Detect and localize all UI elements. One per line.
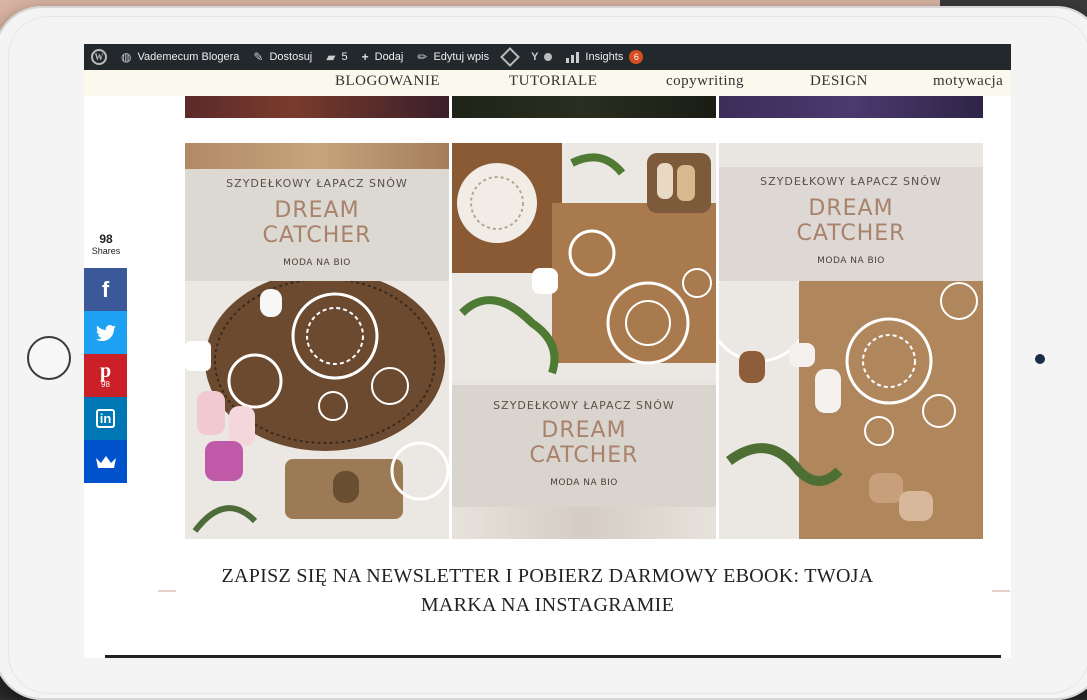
pinterest-share-count: 98 — [101, 379, 110, 389]
previous-image-2[interactable] — [452, 96, 716, 118]
edit-post-label: Edytuj wpis — [433, 51, 490, 63]
pin-title-line2-3: CATCHER — [796, 221, 906, 246]
more-share-button[interactable] — [84, 440, 127, 483]
edit-post-link[interactable]: ✏ Edytuj wpis — [410, 44, 496, 70]
bar-chart-icon — [566, 51, 580, 63]
twitter-icon — [95, 324, 116, 341]
twitter-share-button[interactable] — [84, 311, 127, 354]
site-name-label: Vademecum Blogera — [137, 51, 240, 63]
share-count-number: 98 — [99, 232, 113, 246]
plugin-diamond-button[interactable] — [496, 44, 524, 70]
pin-title-line1-3: DREAM — [808, 196, 894, 221]
nav-item-copywriting[interactable]: copywriting — [666, 73, 744, 90]
brush-icon: ✎ — [253, 50, 264, 64]
insights-badge: 6 — [629, 50, 644, 64]
pin-subtitle-2: MODA NA BIO — [550, 478, 618, 488]
facebook-share-button[interactable]: f — [84, 268, 127, 311]
pin-image-2[interactable]: SZYDEŁKOWY ŁAPACZ SNÓW DREAM CATCHER MOD… — [452, 143, 716, 539]
tablet-screen: W ◍ Vademecum Blogera ✎ Dostosuj ▰ 5 + D… — [84, 44, 1011, 658]
pin-image-1[interactable]: SZYDEŁKOWY ŁAPACZ SNÓW DREAM CATCHER MOD… — [185, 143, 449, 539]
dreamcatcher-photo-2 — [452, 143, 716, 381]
pin-title-line1-1: DREAM — [274, 198, 360, 223]
crown-icon — [95, 455, 116, 468]
linkedin-share-button[interactable]: in — [84, 397, 127, 440]
pin-photo-2 — [452, 143, 716, 381]
nav-item-design[interactable]: DESIGN — [810, 73, 868, 90]
facebook-icon: f — [101, 276, 110, 302]
comments-count: 5 — [341, 51, 348, 63]
pin-image-3[interactable]: SZYDEŁKOWY ŁAPACZ SNÓW DREAM CATCHER MOD… — [719, 143, 983, 539]
pinterest-share-button[interactable]: p 98 — [84, 354, 127, 397]
share-counter: 98 Shares — [84, 232, 128, 257]
pinterest-icon: p — [99, 359, 112, 382]
pin-kicker-2: SZYDEŁKOWY ŁAPACZ SNÓW — [493, 399, 675, 412]
insights-label: Insights — [585, 51, 624, 63]
linkedin-icon: in — [95, 409, 116, 428]
plus-icon: + — [361, 50, 369, 64]
pin-subtitle-1: MODA NA BIO — [283, 258, 351, 268]
main-navigation: BLOGOWANIE TUTORIALE copywriting DESIGN … — [84, 70, 1011, 96]
camera-icon — [1035, 354, 1045, 364]
previous-image-3[interactable] — [719, 96, 983, 118]
pin-kicker-3: SZYDEŁKOWY ŁAPACZ SNÓW — [760, 175, 942, 188]
wp-logo-button[interactable]: W — [84, 44, 114, 70]
pencil-icon: ✏ — [417, 50, 428, 64]
newsletter-heading-line1: ZAPISZ SIĘ NA NEWSLETTER I POBIERZ DARMO… — [221, 565, 874, 587]
pin-banner-3: SZYDEŁKOWY ŁAPACZ SNÓW DREAM CATCHER MOD… — [719, 167, 983, 281]
nav-item-tutoriale[interactable]: TUTORIALE — [509, 73, 597, 90]
pin-title-line2-1: CATCHER — [262, 223, 372, 248]
dashboard-icon: ◍ — [121, 50, 132, 64]
pin-banner-1: SZYDEŁKOWY ŁAPACZ SNÓW DREAM CATCHER MOD… — [185, 169, 449, 281]
pin-banner-2: SZYDEŁKOWY ŁAPACZ SNÓW DREAM CATCHER MOD… — [452, 385, 716, 507]
yoast-icon: Y — [531, 51, 539, 63]
pin-title-line1-2: DREAM — [541, 418, 627, 443]
insights-link[interactable]: Insights 6 — [559, 44, 650, 70]
newsletter-heading: ZAPISZ SIĘ NA NEWSLETTER I POBIERZ DARMO… — [84, 562, 1011, 620]
dreamcatcher-photo-3 — [719, 259, 983, 539]
yoast-seo-button[interactable]: Y — [524, 44, 559, 70]
pin-photo-3 — [719, 259, 983, 539]
nav-item-blogowanie[interactable]: BLOGOWANIE — [335, 73, 440, 90]
customize-label: Dostosuj — [269, 51, 313, 63]
diamond-icon — [500, 47, 520, 67]
nav-item-motywacja[interactable]: motywacja — [933, 73, 1003, 90]
add-new-link[interactable]: + Dodaj — [355, 44, 411, 70]
pin-title-line2-2: CATCHER — [529, 443, 639, 468]
dreamcatcher-photo-1 — [185, 271, 449, 539]
pin-photo-1 — [185, 271, 449, 539]
site-name-link[interactable]: ◍ Vademecum Blogera — [114, 44, 246, 70]
previous-image-1[interactable] — [185, 96, 449, 118]
newsletter-heading-line2: MARKA NA INSTAGRAMIE — [420, 594, 675, 616]
share-count-label: Shares — [91, 246, 121, 256]
comment-icon: ▰ — [326, 50, 336, 64]
home-button[interactable] — [27, 336, 71, 380]
pin-subtitle-3: MODA NA BIO — [817, 256, 885, 266]
comments-link[interactable]: ▰ 5 — [319, 44, 354, 70]
customize-link[interactable]: ✎ Dostosuj — [246, 44, 319, 70]
seo-status-dot-icon — [544, 53, 553, 61]
admin-bar: W ◍ Vademecum Blogera ✎ Dostosuj ▰ 5 + D… — [84, 44, 1011, 70]
bottom-rule — [105, 655, 1001, 658]
add-new-label: Dodaj — [374, 51, 404, 63]
wordpress-icon: W — [91, 49, 107, 65]
pin-kicker-1: SZYDEŁKOWY ŁAPACZ SNÓW — [226, 177, 408, 190]
